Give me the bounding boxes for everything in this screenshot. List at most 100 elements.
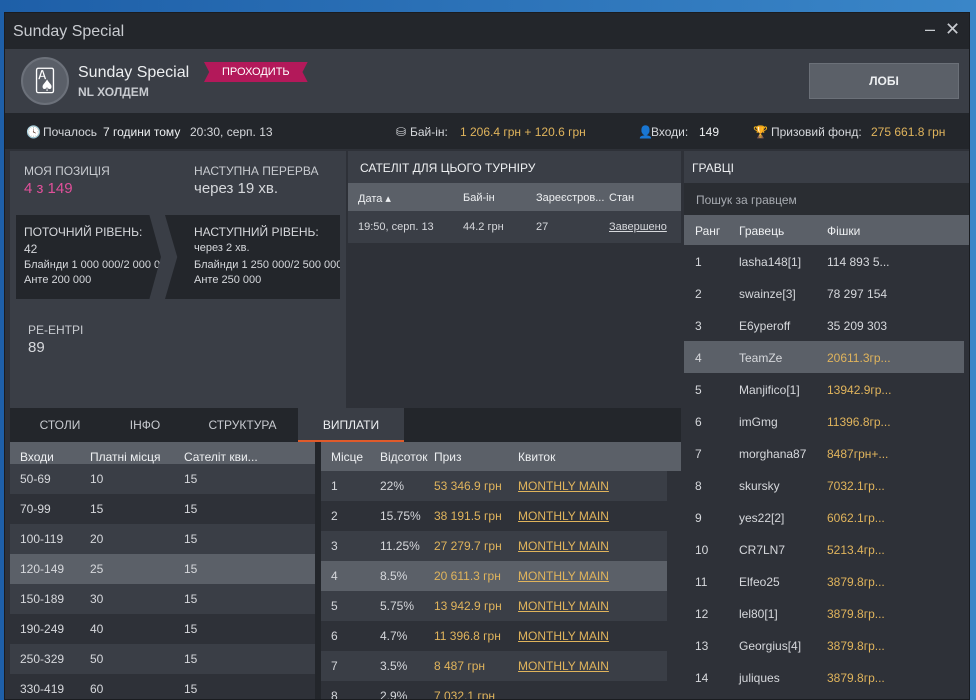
tab-payouts[interactable]: ВИПЛАТИ (298, 408, 404, 442)
player-row[interactable]: 1 lasha148[1] 114 893 5... (684, 245, 964, 277)
col-paid-places[interactable]: Платні місця (90, 450, 160, 464)
ticket-link[interactable]: MONTHLY MAIN (518, 659, 609, 673)
col-player[interactable]: Гравець (739, 224, 784, 238)
player-row[interactable]: 8 skursky 7032.1гр... (684, 469, 964, 501)
player-chips: 11396.8гр... (827, 415, 891, 429)
sat-date: 19:50, серп. 13 (358, 221, 434, 233)
ticket-link[interactable]: MONTHLY MAIN (518, 539, 609, 553)
next-level-box: НАСТУПНИЙ РІВЕНЬ: через 2 хв. Блайнди 1 … (165, 215, 340, 299)
started-ago: 7 години тому (103, 125, 181, 139)
sat-col-registered[interactable]: Зареєстров... (536, 192, 604, 204)
range-row[interactable]: 70-99 15 15 (10, 494, 315, 524)
title-bar: Sunday Special – ✕ (5, 13, 969, 49)
minimize-icon[interactable]: – (925, 19, 935, 40)
tab-info[interactable]: ІНФО (105, 408, 185, 442)
range-row[interactable]: 120-149 25 15 (10, 554, 315, 584)
payout-prize: 7 032.1 грн (434, 689, 496, 700)
payout-place: 1 (331, 479, 338, 493)
range-row[interactable]: 100-119 20 15 (10, 524, 315, 554)
payout-row[interactable]: 6 4.7% 11 396.8 грн MONTHLY MAIN (321, 621, 667, 651)
my-position-label: МОЯ ПОЗИЦІЯ (24, 164, 110, 178)
sat-col-date[interactable]: Дата ▴ (358, 192, 391, 205)
player-row[interactable]: 7 morghana87 8487грн+... (684, 437, 964, 469)
reentries-label: РЕ-ЕНТРІ (28, 323, 84, 337)
current-level-value: 42 (24, 242, 38, 256)
ticket-link[interactable]: MONTHLY MAIN (518, 479, 609, 493)
payout-row[interactable]: 4 8.5% 20 611.3 грн MONTHLY MAIN (321, 561, 667, 591)
ticket-link[interactable]: MONTHLY MAIN (518, 599, 609, 613)
player-row[interactable]: 10 CR7LN7 5213.4гр... (684, 533, 964, 565)
range-row[interactable]: 190-249 40 15 (10, 614, 315, 644)
player-name: Elfeo25 (739, 575, 780, 589)
range-entries: 50-69 (20, 472, 51, 486)
lobby-button[interactable]: ЛОБІ (809, 63, 959, 99)
col-chips[interactable]: Фішки (827, 224, 860, 238)
range-row[interactable]: 50-69 10 15 (10, 464, 315, 494)
col-percent[interactable]: Відсоток (380, 450, 428, 464)
player-name: E6yperoff (739, 319, 791, 333)
range-entries: 150-189 (20, 592, 65, 606)
player-row[interactable]: 6 imGmg 11396.8гр... (684, 405, 964, 437)
range-row[interactable]: 150-189 30 15 (10, 584, 315, 614)
range-satellite: 15 (184, 502, 198, 516)
player-name: lasha148[1] (739, 255, 802, 269)
player-row[interactable]: 14 juliques 3879.8гр... (684, 661, 964, 693)
close-icon[interactable]: ✕ (945, 19, 960, 40)
player-chips: 3879.8гр... (827, 607, 885, 621)
player-name: Georgius[4] (739, 639, 802, 653)
player-row[interactable]: 5 Manjifico[1] 13942.9гр... (684, 373, 964, 405)
range-paid: 30 (90, 592, 104, 606)
sat-status-link[interactable]: Завершено (609, 221, 667, 233)
col-satellite[interactable]: Сателіт кви... (184, 450, 258, 464)
player-row[interactable]: 3 E6yperoff 35 209 303 (684, 309, 964, 341)
player-rank: 9 (695, 511, 702, 525)
my-position-value: 4 з 149 (24, 180, 73, 197)
col-ticket[interactable]: Квиток (518, 450, 555, 464)
col-prize[interactable]: Приз (434, 450, 462, 464)
player-row[interactable]: 12 lel80[1] 3879.8гр... (684, 597, 964, 629)
col-place[interactable]: Місце (331, 450, 363, 464)
started-time: 20:30, серп. 13 (190, 125, 273, 139)
payout-percent: 11.25% (380, 539, 420, 553)
ticket-link[interactable]: MONTHLY MAIN (518, 569, 609, 583)
tournament-header: 🂡 Sunday Special NL ХОЛДЕМ ПРОХОДИТЬ ЛОБ… (5, 49, 969, 113)
player-name: skursky (739, 479, 780, 493)
payout-row[interactable]: 7 3.5% 8 487 грн MONTHLY MAIN (321, 651, 667, 681)
payout-row[interactable]: 1 22% 53 346.9 грн MONTHLY MAIN (321, 471, 667, 501)
player-rank: 2 (695, 287, 702, 301)
range-paid: 50 (90, 652, 104, 666)
range-entries: 330-419 (20, 682, 65, 696)
player-search-input[interactable]: Пошук за гравцем (684, 183, 969, 215)
player-row[interactable]: 4 TeamZe 20611.3гр... (684, 341, 964, 373)
satellite-row[interactable]: 19:50, серп. 13 44.2 грн 27 Завершено (348, 211, 681, 243)
payout-row[interactable]: 2 15.75% 38 191.5 грн MONTHLY MAIN (321, 501, 667, 531)
col-rank[interactable]: Ранг (695, 224, 720, 238)
player-chips: 13942.9гр... (827, 383, 892, 397)
player-rank: 6 (695, 415, 702, 429)
players-title: ГРАВЦІ (684, 151, 969, 183)
player-chips: 5213.4гр... (827, 543, 885, 557)
payout-row[interactable]: 8 2.9% 7 032.1 грн (321, 681, 667, 700)
payout-row[interactable]: 3 11.25% 27 279.7 грн MONTHLY MAIN (321, 531, 667, 561)
player-row[interactable]: 13 Georgius[4] 3879.8гр... (684, 629, 964, 661)
player-row[interactable]: 11 Elfeo25 3879.8гр... (684, 565, 964, 597)
ticket-link[interactable]: MONTHLY MAIN (518, 509, 609, 523)
player-row[interactable]: 9 yes22[2] 6062.1гр... (684, 501, 964, 533)
sat-col-buyin[interactable]: Бай-ін (463, 192, 495, 204)
payout-place: 2 (331, 509, 338, 523)
player-row[interactable]: 2 swainze[3] 78 297 154 (684, 277, 964, 309)
tab-structure[interactable]: СТРУКТУРА (195, 408, 290, 442)
payout-prize: 11 396.8 грн (434, 629, 501, 643)
player-rank: 3 (695, 319, 702, 333)
range-row[interactable]: 330-419 60 15 (10, 674, 315, 699)
tab-tables[interactable]: СТОЛИ (20, 408, 100, 442)
sat-col-status[interactable]: Стан (609, 192, 634, 204)
payout-row[interactable]: 5 5.75% 13 942.9 грн MONTHLY MAIN (321, 591, 667, 621)
status-badge: ПРОХОДИТЬ (204, 62, 308, 82)
range-row[interactable]: 250-329 50 15 (10, 644, 315, 674)
ticket-link[interactable]: MONTHLY MAIN (518, 629, 609, 643)
col-entries[interactable]: Входи (20, 450, 54, 464)
payout-prize: 53 346.9 грн (434, 479, 502, 493)
player-chips: 35 209 303 (827, 319, 888, 333)
range-satellite: 15 (184, 472, 198, 486)
